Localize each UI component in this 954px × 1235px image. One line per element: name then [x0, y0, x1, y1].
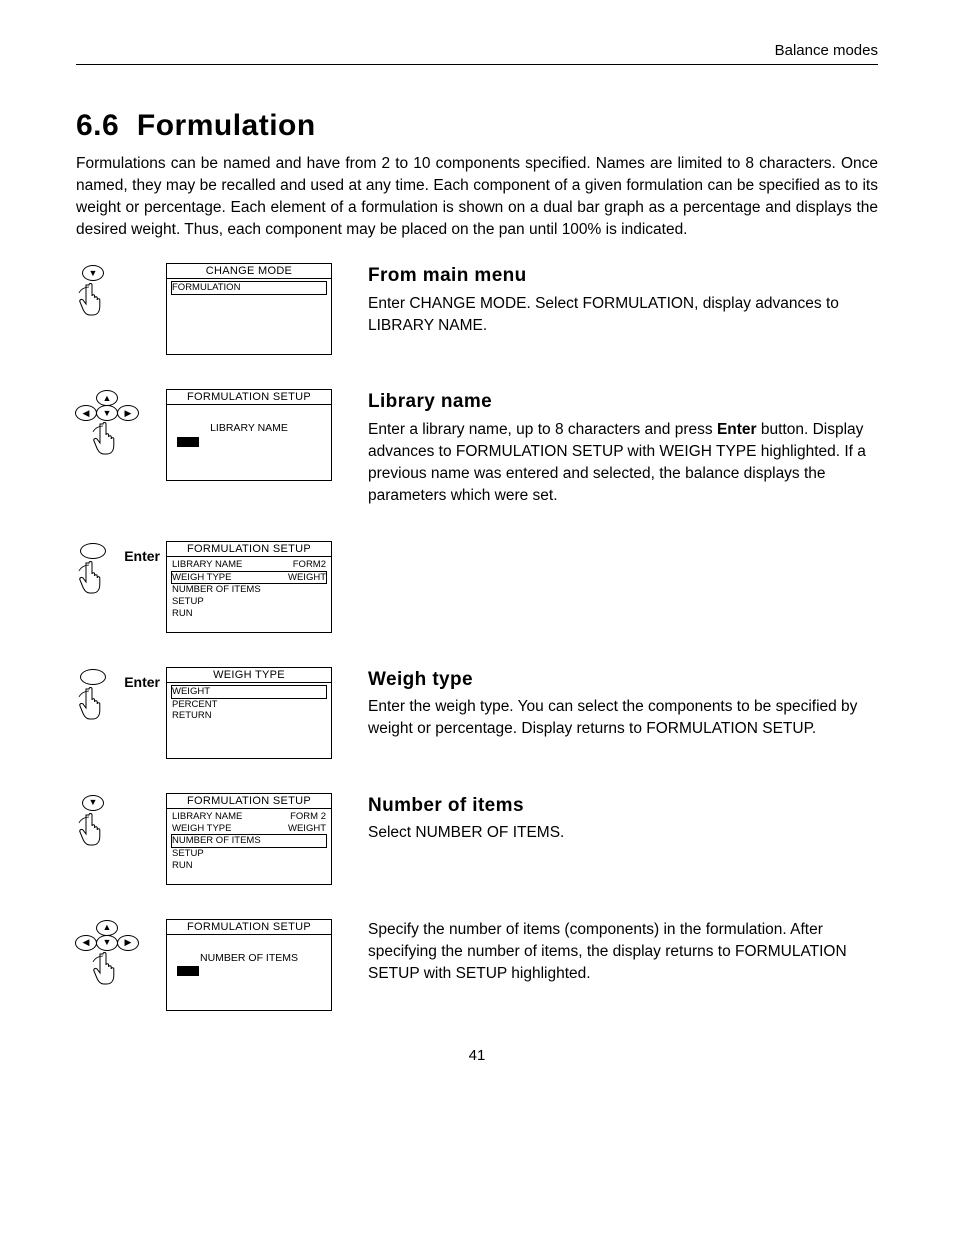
desc-from-main-menu: Enter CHANGE MODE. Select FORMULATION, d… — [368, 293, 878, 337]
step-specify-number: ▲ ◀▼▶ FORMULATION SETUP NUMBER OF ITEMS … — [76, 919, 878, 1011]
hand-icon — [76, 557, 110, 597]
cursor-icon — [177, 966, 199, 976]
subhead-from-main-menu: From main menu — [368, 263, 878, 290]
desc-weigh-type: Enter the weigh type. You can select the… — [368, 696, 878, 740]
cursor-icon — [177, 437, 199, 447]
hand-icon — [76, 683, 110, 723]
desc-specify-number: Specify the number of items (components)… — [368, 919, 878, 985]
step-number-of-items: ▼ FORMULATION SETUP LIBRARY NAMEFORM 2 W… — [76, 793, 878, 885]
lcd-formulation-setup-2: FORMULATION SETUP LIBRARY NAMEFORM 2 WEI… — [166, 793, 332, 885]
enter-label: Enter — [124, 547, 160, 567]
desc-number-of-items: Select NUMBER OF ITEMS. — [368, 822, 878, 844]
lcd-formulation-setup-1: FORMULATION SETUP LIBRARY NAMEFORM2 WEIG… — [166, 541, 332, 633]
step-library-name: ▲ ◀▼▶ FORMULATION SETUP LIBRARY NAME Lib… — [76, 389, 878, 507]
lcd-change-mode: CHANGE MODE FORMULATION — [166, 263, 332, 355]
step-weigh-type: Enter WEIGH TYPE WEIGHT PERCENT RETURN W… — [76, 667, 878, 759]
lcd-number-of-items: FORMULATION SETUP NUMBER OF ITEMS — [166, 919, 332, 1011]
subhead-number-of-items: Number of items — [368, 793, 878, 820]
step-formulation-setup: Enter FORMULATION SETUP LIBRARY NAMEFORM… — [76, 541, 878, 633]
dpad-icon: ▲ ◀▼▶ — [76, 391, 138, 420]
page-number: 41 — [76, 1045, 878, 1066]
lcd-library-name: FORMULATION SETUP LIBRARY NAME — [166, 389, 332, 481]
hand-icon — [90, 418, 124, 458]
lcd-weigh-type: WEIGH TYPE WEIGHT PERCENT RETURN — [166, 667, 332, 759]
dpad-icon: ▲ ◀▼▶ — [76, 921, 138, 950]
subhead-library-name: Library name — [368, 389, 878, 416]
hand-icon — [76, 279, 110, 319]
section-title: 6.6 Formulation — [76, 105, 878, 147]
subhead-weigh-type: Weigh type — [368, 667, 878, 694]
step-from-main-menu: ▼ CHANGE MODE FORMULATION From main menu… — [76, 263, 878, 355]
hand-icon — [76, 809, 110, 849]
desc-library-name: Enter a library name, up to 8 characters… — [368, 419, 878, 507]
section-intro: Formulations can be named and have from … — [76, 153, 878, 241]
hand-icon — [90, 948, 124, 988]
enter-label: Enter — [124, 673, 160, 693]
page-header: Balance modes — [775, 40, 878, 61]
